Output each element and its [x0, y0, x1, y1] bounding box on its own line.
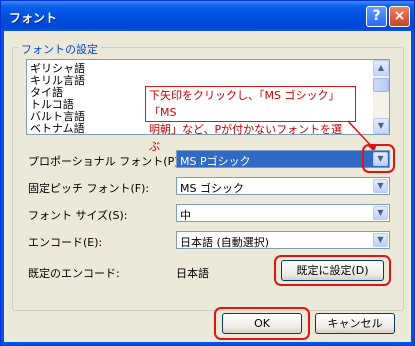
proportional-font-value: MS Pゴシック	[180, 155, 251, 168]
highlight-ring	[362, 144, 395, 173]
chevron-down-icon[interactable]: ▼	[373, 233, 388, 247]
fixed-font-select[interactable]: MS ゴシック ▼	[176, 177, 390, 195]
annotation-callout: 下矢印をクリックし、「MS ゴシック」「MS 明朝」など、Pが付かないフォントを…	[145, 86, 356, 153]
list-item[interactable]: ベトナム語	[30, 122, 85, 134]
fixed-font-label: 固定ピッチ フォント(F):	[28, 182, 150, 195]
group-legend: フォントの設定	[18, 41, 101, 57]
chevron-down-icon[interactable]: ▼	[373, 179, 388, 193]
encoding-value: 日本語 (自動選択)	[180, 236, 270, 249]
encoding-select[interactable]: 日本語 (自動選択) ▼	[176, 231, 390, 249]
highlight-ring	[214, 307, 310, 340]
font-size-label: フォント サイズ(S):	[28, 209, 128, 222]
fixed-font-value: MS ゴシック	[180, 182, 244, 195]
close-button[interactable]: ×	[389, 6, 410, 27]
highlight-ring	[274, 255, 391, 286]
proportional-font-label: プロポーショナル フォント(P):	[28, 155, 183, 168]
font-size-select[interactable]: 中 ▼	[176, 204, 390, 222]
encoding-label: エンコード(E):	[28, 236, 103, 249]
scroll-thumb[interactable]	[373, 78, 389, 92]
default-encoding-label: 既定のエンコード:	[28, 267, 120, 280]
scroll-up-icon[interactable]: ▲	[373, 60, 389, 76]
title-bar[interactable]: フォント ? ×	[1, 1, 414, 31]
dialog-body: フォントの設定 ギリシャ語 キリル言語 タイ語 トルコ語 バルト言語 ベトナム語…	[4, 31, 411, 342]
font-dialog: フォント ? × フォントの設定 ギリシャ語 キリル言語 タイ語 トルコ語 バル…	[0, 0, 415, 346]
annotation-line-1: 下矢印をクリックし、「MS ゴシック」「MS	[149, 89, 340, 119]
default-encoding-value: 日本語	[176, 267, 209, 280]
cancel-button[interactable]: キャンセル	[315, 313, 395, 334]
help-button[interactable]: ?	[366, 6, 387, 27]
proportional-font-select[interactable]: MS Pゴシック ▼	[176, 150, 390, 168]
chevron-down-icon[interactable]: ▼	[373, 206, 388, 220]
font-size-value: 中	[180, 209, 191, 222]
window-title: フォント	[9, 11, 58, 25]
